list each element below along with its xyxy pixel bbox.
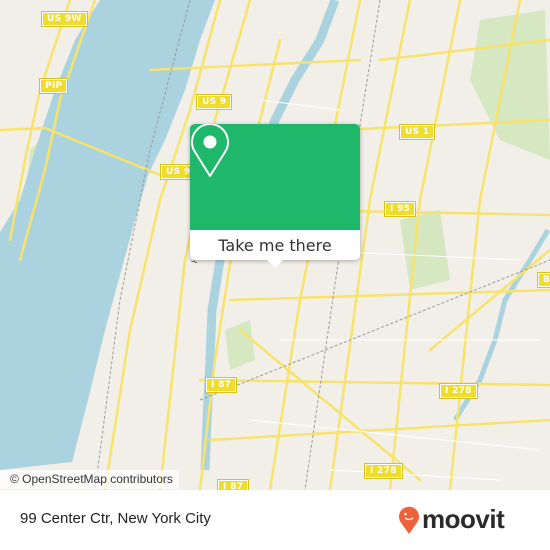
route-shield: B [536,272,550,288]
route-shield: I 278 [439,383,478,399]
route-shield: I 95 [383,201,417,217]
footer: 99 Center Ctr, New York City moovit [0,490,550,550]
address: 99 Center Ctr, New York City [20,510,211,527]
route-shield: I 278 [364,463,403,479]
park [470,10,550,160]
map-pin-icon [191,124,229,177]
hudson-river [0,0,215,470]
park [225,320,255,370]
route-shield: I 87 [204,377,238,393]
popup-pointer [267,260,283,268]
route-shield: US 1 [398,124,436,140]
route-shield: PIP [38,78,69,94]
map[interactable]: US 9W PIP US 9 US 9 US 1 I 95 I 87 I 278… [0,0,550,490]
moovit-pin-icon [399,506,419,534]
popup-header [190,124,360,230]
attribution[interactable]: © OpenStreetMap contributors [0,470,179,489]
take-me-there-button[interactable]: Take me there [190,230,360,260]
route-shield: US 9 [195,94,233,110]
route-shield: US 9W [41,11,88,27]
route-shield: I 87 [216,479,250,490]
park [400,210,450,290]
brand-name: moovit [422,504,505,534]
moovit-logo: moovit [398,504,505,535]
location-popup[interactable]: Take me there [190,124,360,268]
